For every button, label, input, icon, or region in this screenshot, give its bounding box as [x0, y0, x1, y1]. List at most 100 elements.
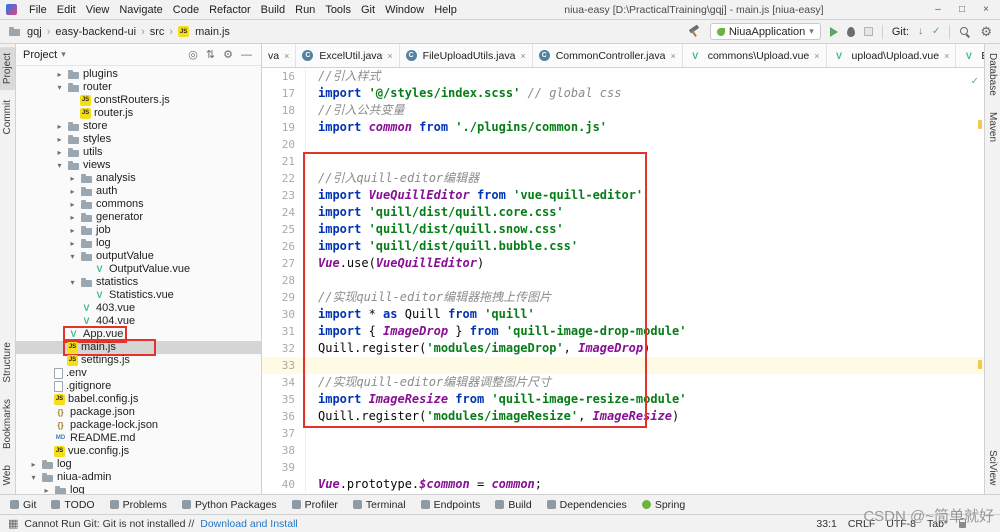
chevron-open-icon[interactable]: ▾	[28, 471, 39, 484]
toolwindow-profiler[interactable]: Profiler	[292, 499, 338, 511]
line-number[interactable]: 23	[262, 187, 306, 204]
tab-excelutil.java[interactable]: CExcelUtil.java×	[296, 44, 399, 67]
menu-edit[interactable]: Edit	[52, 3, 81, 17]
line-number[interactable]: 21	[262, 153, 306, 170]
tree-item-settings.js[interactable]: JSsettings.js	[16, 354, 261, 367]
line-number[interactable]: 35	[262, 391, 306, 408]
git-update-icon[interactable]: ↓	[918, 26, 923, 37]
line-number[interactable]: 28	[262, 272, 306, 289]
tree-item-readme.md[interactable]: MDREADME.md	[16, 432, 261, 445]
tab-commons-upload.vue[interactable]: Vcommons\Upload.vue×	[683, 44, 827, 67]
tree-item-statistics.vue[interactable]: VStatistics.vue	[16, 289, 261, 302]
close-icon[interactable]: ×	[670, 51, 675, 61]
tree-item-router.js[interactable]: JSrouter.js	[16, 107, 261, 120]
breadcrumb-item-easy-backend-ui[interactable]: easy-backend-ui	[55, 26, 136, 38]
line-number[interactable]: 34	[262, 374, 306, 391]
tree-item-babel.config.js[interactable]: JSbabel.config.js	[16, 393, 261, 406]
toolwindow-switcher-icon[interactable]: ▦	[8, 517, 18, 530]
tree-item-job[interactable]: ▸job	[16, 224, 261, 237]
line-number[interactable]: 32	[262, 340, 306, 357]
code-editor[interactable]: 16//引入样式17import '@/styles/index.scss' /…	[262, 68, 984, 494]
line-number[interactable]: 31	[262, 323, 306, 340]
tree-item-views[interactable]: ▾views	[16, 159, 261, 172]
stripe-bookmarks[interactable]: Bookmarks	[0, 393, 15, 455]
tree-item-.gitignore[interactable]: .gitignore	[16, 380, 261, 393]
stripe-sciview[interactable]: SciView	[985, 444, 1000, 491]
tab-commoncontroller.java[interactable]: CCommonController.java×	[533, 44, 683, 67]
tree-item-utils[interactable]: ▸utils	[16, 146, 261, 159]
toolwindow-build[interactable]: Build	[495, 499, 531, 511]
menu-navigate[interactable]: Navigate	[114, 3, 167, 17]
file-encoding[interactable]: UTF-8	[886, 518, 916, 530]
chevron-closed-icon[interactable]: ▸	[54, 120, 65, 133]
toolwindow-python-packages[interactable]: Python Packages	[182, 499, 277, 511]
search-icon[interactable]	[959, 26, 971, 38]
chevron-closed-icon[interactable]: ▸	[67, 198, 78, 211]
tab-va[interactable]: va×	[262, 44, 296, 67]
toolwindow-problems[interactable]: Problems	[110, 499, 167, 511]
tree-item-plugins[interactable]: ▸plugins	[16, 68, 261, 81]
tree-item-constrouters.js[interactable]: JSconstRouters.js	[16, 94, 261, 107]
project-panel-title[interactable]: Project	[23, 49, 57, 61]
close-icon[interactable]: ×	[387, 51, 392, 61]
line-number[interactable]: 27	[262, 255, 306, 272]
run-button[interactable]	[830, 27, 838, 37]
run-config-selector[interactable]: NiuaApplication ▾	[710, 23, 821, 40]
line-number[interactable]: 25	[262, 221, 306, 238]
close-icon[interactable]: ×	[284, 51, 289, 61]
line-number[interactable]: 19	[262, 119, 306, 136]
line-number[interactable]: 33	[262, 357, 306, 374]
chevron-open-icon[interactable]: ▾	[67, 276, 78, 289]
tree-item-router[interactable]: ▾router	[16, 81, 261, 94]
toolwindow-dependencies[interactable]: Dependencies	[547, 499, 627, 511]
line-number[interactable]: 39	[262, 459, 306, 476]
git-commit-icon[interactable]: ✓	[932, 26, 940, 37]
stripe-structure[interactable]: Structure	[0, 336, 15, 389]
chevron-closed-icon[interactable]: ▸	[67, 185, 78, 198]
tree-item-analysis[interactable]: ▸analysis	[16, 172, 261, 185]
line-separator[interactable]: CRLF	[848, 518, 875, 530]
tree-item-auth[interactable]: ▸auth	[16, 185, 261, 198]
toolwindow-spring[interactable]: Spring	[642, 499, 685, 511]
tree-item-vue.config.js[interactable]: JSvue.config.js	[16, 445, 261, 458]
close-icon[interactable]: ×	[520, 51, 525, 61]
breadcrumb-item-main.js[interactable]: JSmain.js	[178, 26, 230, 38]
stripe-database[interactable]: Database	[985, 47, 1000, 102]
locate-icon[interactable]: ◎	[186, 48, 200, 61]
chevron-closed-icon[interactable]: ▸	[28, 458, 39, 471]
debug-button[interactable]	[847, 27, 855, 37]
tree-item-niua-admin[interactable]: ▾niua-admin	[16, 471, 261, 484]
menu-view[interactable]: View	[81, 3, 115, 17]
tree-item-outputvalue.vue[interactable]: VOutputValue.vue	[16, 263, 261, 276]
menu-code[interactable]: Code	[168, 3, 204, 17]
minimize-button[interactable]: –	[926, 4, 950, 15]
toolwindow-endpoints[interactable]: Endpoints	[421, 499, 481, 511]
chevron-closed-icon[interactable]: ▸	[67, 211, 78, 224]
line-number[interactable]: 16	[262, 68, 306, 85]
menu-file[interactable]: File	[24, 3, 52, 17]
breadcrumb-item-src[interactable]: src	[150, 26, 165, 38]
settings-gear-icon[interactable]: ⚙	[980, 25, 992, 38]
close-icon[interactable]: ×	[814, 51, 819, 61]
menu-help[interactable]: Help	[429, 3, 462, 17]
menu-tools[interactable]: Tools	[320, 3, 356, 17]
menu-git[interactable]: Git	[356, 3, 380, 17]
collapse-all-icon[interactable]: ⇅	[204, 48, 217, 61]
tree-item-styles[interactable]: ▸styles	[16, 133, 261, 146]
chevron-closed-icon[interactable]: ▸	[54, 68, 65, 81]
tree-item-.env[interactable]: .env	[16, 367, 261, 380]
tree-item-outputvalue[interactable]: ▾outputValue	[16, 250, 261, 263]
maximize-button[interactable]: □	[950, 4, 974, 15]
line-number[interactable]: 20	[262, 136, 306, 153]
hide-icon[interactable]: ―	[239, 49, 254, 61]
lock-icon[interactable]	[959, 522, 966, 528]
tree-item-404.vue[interactable]: V404.vue	[16, 315, 261, 328]
tree-item-log[interactable]: ▸log	[16, 458, 261, 471]
line-number[interactable]: 36	[262, 408, 306, 425]
tree-item-log[interactable]: ▸log	[16, 484, 261, 494]
gear-icon[interactable]: ⚙	[221, 48, 235, 61]
close-icon[interactable]: ×	[944, 51, 949, 61]
toolwindow-terminal[interactable]: Terminal	[353, 499, 406, 511]
stop-button[interactable]	[864, 27, 873, 36]
line-number[interactable]: 18	[262, 102, 306, 119]
